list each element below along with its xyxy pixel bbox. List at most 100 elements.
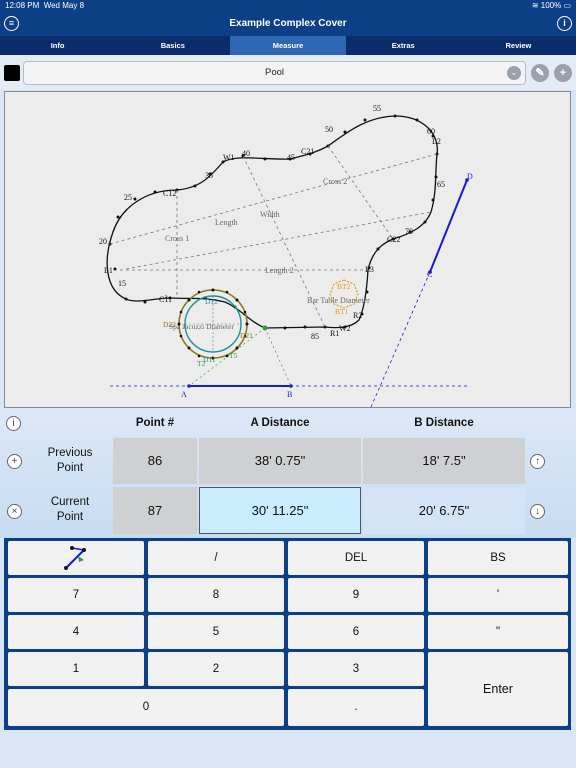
key-7[interactable]: 7 [8, 578, 144, 612]
key-slash[interactable]: / [148, 541, 284, 575]
header-point: Point # [135, 417, 175, 429]
label-d: D [467, 172, 473, 181]
label-length-2: Length 2 [265, 266, 294, 275]
label-50: 50 [325, 125, 333, 134]
label-55: 55 [373, 104, 381, 113]
key-2[interactable]: 2 [148, 652, 284, 686]
label-85: 85 [311, 332, 319, 341]
draw-tool-button[interactable] [8, 541, 144, 575]
label-a: A [181, 390, 187, 399]
label-t5: T5 [229, 351, 238, 360]
label-70: 70 [405, 227, 413, 236]
label-r1: R1 [330, 329, 339, 338]
layer-color-swatch[interactable] [4, 65, 20, 81]
arrow-down-icon[interactable]: ↓ [530, 504, 545, 519]
label-35: 35 [205, 171, 213, 180]
label-l2: L2 [432, 137, 441, 146]
key-1[interactable]: 1 [8, 652, 144, 686]
key-5[interactable]: 5 [148, 615, 284, 649]
label-25: 25 [124, 193, 132, 202]
drawing-canvas[interactable]: 55 50 60 L2 45 C21 40 W1 35 C12 25 65 Cr… [4, 91, 571, 408]
label-45: 45 [287, 153, 295, 162]
delete-point-icon[interactable]: × [7, 504, 22, 519]
key-4[interactable]: 4 [8, 615, 144, 649]
pool-drawing: 55 50 60 L2 45 C21 40 W1 35 C12 25 65 Cr… [99, 104, 473, 407]
previous-point-label: Previous Point [47, 447, 93, 474]
tab-review[interactable]: Review [461, 36, 576, 55]
tab-bar: Info Basics Measure Extras Review [0, 36, 576, 55]
label-d12: D12 [205, 297, 218, 306]
label-60: 60 [427, 127, 435, 136]
layer-toolbar: Pool ⌄ ✎ + [0, 55, 576, 90]
footer-area [0, 730, 576, 768]
label-r2: R2 [353, 311, 362, 320]
label-15: 15 [118, 279, 126, 288]
enter-button[interactable]: Enter [428, 652, 568, 726]
key-decimal[interactable]: . [288, 689, 424, 726]
key-0[interactable]: 0 [8, 689, 284, 726]
label-l1: L1 [104, 266, 113, 275]
label-bar-table-diameter: Bar Table Diameter [307, 296, 370, 305]
key-9[interactable]: 9 [288, 578, 424, 612]
label-width: Width [260, 210, 280, 219]
key-feet[interactable]: ' [428, 578, 568, 612]
current-point-label: Current Point [50, 496, 90, 523]
label-w2: W2 [339, 324, 351, 333]
header-a-distance: A Distance [250, 417, 310, 429]
label-c11: C11 [159, 295, 172, 304]
key-8[interactable]: 8 [148, 578, 284, 612]
add-point-icon[interactable]: + [7, 454, 22, 469]
tab-info[interactable]: Info [0, 36, 115, 55]
label-t2: T2 [197, 359, 206, 368]
key-del[interactable]: DEL [288, 541, 424, 575]
label-cross-1: Cross 1 [165, 234, 189, 243]
label-l3: L3 [365, 265, 374, 274]
add-plus-icon[interactable]: + [554, 64, 572, 82]
label-c: C [427, 270, 432, 279]
arrow-up-icon[interactable]: ↑ [530, 454, 545, 469]
layer-select[interactable]: Pool ⌄ [23, 61, 526, 85]
perimeter-label-group: 55 50 60 L2 45 C21 40 W1 35 C12 25 65 Cr… [99, 104, 473, 399]
label-length: Length [215, 218, 238, 227]
status-bar: 12:08 PM Wed May 8 ≋ 100% ▭ [0, 0, 576, 11]
label-c12: C12 [163, 189, 176, 198]
current-point-marker [262, 325, 268, 331]
label-20: 20 [99, 237, 107, 246]
tab-basics[interactable]: Basics [115, 36, 230, 55]
circle-label-group: D12 D22 Spa Jacuzzi Diameter D21 D11 T2 … [163, 282, 351, 368]
title-bar: ≡ Example Complex Cover i [0, 11, 576, 36]
label-cross-2: Cross 2 [323, 177, 347, 186]
perimeter-points [108, 114, 439, 330]
edit-pencil-icon[interactable]: ✎ [531, 64, 549, 82]
current-a-distance[interactable]: 30' 11.25" [199, 487, 361, 534]
key-3[interactable]: 3 [288, 652, 424, 686]
info-icon[interactable]: i [557, 16, 572, 31]
label-spa-diameter: Spa Jacuzzi Diameter [169, 322, 234, 331]
header-b-distance: B Distance [414, 417, 474, 429]
label-c21: C21 [301, 147, 314, 156]
previous-point-number[interactable]: 86 [113, 438, 197, 484]
previous-b-distance[interactable]: 18' 7.5" [363, 438, 525, 484]
chevron-down-icon: ⌄ [507, 66, 521, 80]
key-inches[interactable]: " [428, 615, 568, 649]
label-d21: D21 [240, 331, 253, 340]
label-65: 65 [437, 180, 445, 189]
measure-panel: i Point # A Distance B Distance + Previo… [0, 410, 576, 538]
key-6[interactable]: 6 [288, 615, 424, 649]
tab-measure[interactable]: Measure [230, 36, 346, 55]
current-b-distance[interactable]: 20' 6.75" [363, 487, 525, 534]
layer-name: Pool [264, 67, 284, 78]
tab-extras[interactable]: Extras [346, 36, 461, 55]
label-bt2: BT2 [337, 282, 351, 291]
label-bt1: BT1 [335, 307, 349, 316]
previous-a-distance[interactable]: 38' 0.75" [199, 438, 361, 484]
line-cd [429, 179, 468, 273]
info-small-icon[interactable]: i [6, 416, 21, 431]
current-point-number[interactable]: 87 [113, 487, 197, 534]
status-battery: ≋ 100% ▭ [531, 1, 571, 10]
key-backspace[interactable]: BS [428, 541, 568, 575]
line-cd-extension [370, 271, 431, 407]
pool-outline [106, 115, 438, 329]
label-w1: W1 [223, 153, 235, 162]
measure-tool-icon [64, 546, 86, 570]
